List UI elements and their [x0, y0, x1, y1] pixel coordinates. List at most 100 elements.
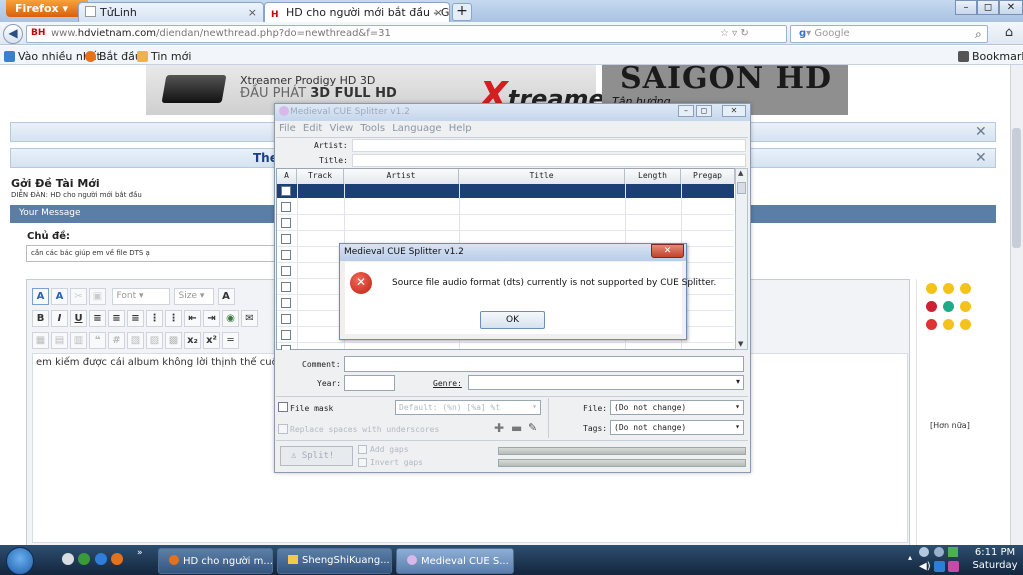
genre-select[interactable]: ▾ [468, 375, 744, 390]
italic-icon[interactable]: I [51, 310, 68, 327]
email-icon[interactable]: ✉ [241, 310, 258, 327]
outdent-icon[interactable]: ⇤ [184, 310, 201, 327]
align-left-icon[interactable]: ≡ [89, 310, 106, 327]
network-icon[interactable] [934, 561, 945, 572]
column-header-length[interactable]: Length [625, 169, 681, 184]
year-field[interactable] [344, 375, 395, 391]
replace-spaces-checkbox[interactable] [278, 424, 288, 434]
add-gaps-checkbox[interactable] [358, 445, 367, 454]
comment-field[interactable] [344, 356, 744, 372]
page-scrollbar-thumb[interactable] [1012, 128, 1021, 248]
edit-icon[interactable]: ✎ [528, 421, 537, 434]
ok-button[interactable]: OK [480, 311, 545, 329]
search-icon[interactable]: ⌕ [975, 27, 982, 42]
column-header-track[interactable]: Track [297, 169, 344, 184]
volume-icon[interactable]: ◀) [919, 561, 931, 572]
smiley-icon[interactable] [943, 283, 954, 294]
font-select[interactable]: Font ▾ [111, 288, 170, 305]
track-checkbox[interactable] [281, 202, 291, 212]
smiley-icon[interactable] [960, 301, 971, 312]
subject-input[interactable]: cần các bác giúp em về file DTS ạ [26, 245, 276, 262]
quote-icon[interactable]: ❝ [89, 332, 106, 349]
site-identity-icon[interactable]: BH [31, 28, 45, 39]
artist-field[interactable] [352, 139, 746, 152]
column-header-pregap[interactable]: Pregap [681, 169, 735, 184]
close-tab-icon[interactable]: × [434, 6, 443, 19]
maximize-button[interactable]: ◻ [977, 0, 999, 15]
tags-select[interactable]: (Do not change) ▾ [610, 420, 744, 435]
quicklaunch-overflow-icon[interactable]: » [137, 548, 143, 558]
bookmarks-menu[interactable]: Bookmarks [958, 50, 1023, 63]
table-scrollbar-thumb[interactable] [737, 182, 746, 194]
tray-icon[interactable] [948, 547, 958, 557]
menu-language[interactable]: Language [392, 123, 441, 134]
bullet-list-icon[interactable]: ⋮ [165, 310, 182, 327]
close-icon[interactable]: ✕ [975, 150, 987, 166]
video-icon[interactable]: ▥ [70, 332, 87, 349]
link-icon[interactable]: ◉ [222, 310, 239, 327]
table-icon[interactable]: ▦ [32, 332, 49, 349]
remove-icon[interactable]: ▬ [511, 421, 522, 435]
home-icon[interactable]: ⌂ [999, 25, 1019, 43]
minimize-button[interactable]: – [678, 105, 694, 117]
tray-icon[interactable] [934, 547, 944, 557]
back-button[interactable]: ◀ [3, 24, 23, 44]
image-icon[interactable]: ▤ [51, 332, 68, 349]
firefox-icon[interactable] [111, 553, 123, 565]
php-icon[interactable]: ▧ [127, 332, 144, 349]
taskbar-firefox[interactable]: HD cho người m... [158, 548, 273, 574]
bookmark-latest-news[interactable]: Tin mới [137, 50, 191, 63]
text-color-icon[interactable]: A [217, 288, 235, 305]
column-header-title[interactable]: Title [459, 169, 625, 184]
new-tab-button[interactable]: + [452, 3, 472, 21]
track-checkbox[interactable] [281, 330, 291, 340]
track-checkbox[interactable] [281, 298, 291, 308]
indent-icon[interactable]: ⇥ [203, 310, 220, 327]
tab-hd-newthread[interactable]: HHD cho người mới bắt đầu - Gởi Đề ...× [264, 2, 450, 23]
minimize-button[interactable]: – [955, 0, 977, 15]
track-checkbox[interactable] [281, 234, 291, 244]
smiley-icon[interactable] [926, 283, 937, 294]
url-bar[interactable]: www.hdvietnam.com/diendan/newthread.php?… [26, 25, 787, 43]
tab-tulinh[interactable]: TửLinh × [78, 2, 264, 22]
close-tab-icon[interactable]: × [248, 6, 257, 19]
menu-edit[interactable]: Edit [303, 123, 322, 134]
smiley-icon[interactable] [943, 301, 954, 312]
app-icon[interactable] [78, 553, 90, 565]
menu-view[interactable]: View [329, 123, 353, 134]
split-button[interactable]: ♙ Split! [280, 446, 353, 466]
close-button[interactable]: ✕ [651, 244, 684, 258]
track-checkbox[interactable] [281, 186, 291, 196]
track-checkbox[interactable] [281, 218, 291, 228]
menu-file[interactable]: File [279, 123, 296, 134]
bookmark-star-icon[interactable]: ☆ ▿ ↻ [720, 28, 749, 39]
track-checkbox[interactable] [281, 345, 291, 350]
numbered-list-icon[interactable]: ⋮ [146, 310, 163, 327]
spoiler-icon[interactable]: ▩ [165, 332, 182, 349]
scroll-down-icon[interactable]: ▼ [738, 340, 743, 348]
app-icon[interactable] [62, 553, 74, 565]
menu-tools[interactable]: Tools [360, 123, 385, 134]
track-checkbox[interactable] [281, 282, 291, 292]
smiley-icon[interactable] [960, 319, 971, 330]
start-button[interactable] [6, 547, 34, 575]
tray-icon[interactable] [948, 561, 959, 572]
smiley-icon[interactable] [926, 319, 937, 330]
show-hidden-icons[interactable]: ▴ [908, 553, 912, 562]
smiley-icon[interactable] [926, 301, 937, 312]
track-checkbox[interactable] [281, 250, 291, 260]
invert-gaps-checkbox[interactable] [358, 458, 367, 467]
align-right-icon[interactable]: ≡ [127, 310, 144, 327]
underline-icon[interactable]: U [70, 310, 87, 327]
file-select[interactable]: (Do not change) ▾ [610, 400, 744, 415]
file-mask-select[interactable]: Default: (%n) [%a] %t ▾ [395, 400, 541, 415]
track-checkbox[interactable] [281, 266, 291, 276]
align-center-icon[interactable]: ≡ [108, 310, 125, 327]
title-field[interactable] [352, 154, 746, 167]
close-window-button[interactable]: ✕ [999, 0, 1023, 15]
html-icon[interactable]: ▨ [146, 332, 163, 349]
code-icon[interactable]: # [108, 332, 125, 349]
font-color-icon[interactable]: A [32, 288, 49, 305]
search-input[interactable]: g▾ Google [790, 25, 988, 43]
taskbar-folder[interactable]: ShengShiKuang... [277, 548, 392, 574]
